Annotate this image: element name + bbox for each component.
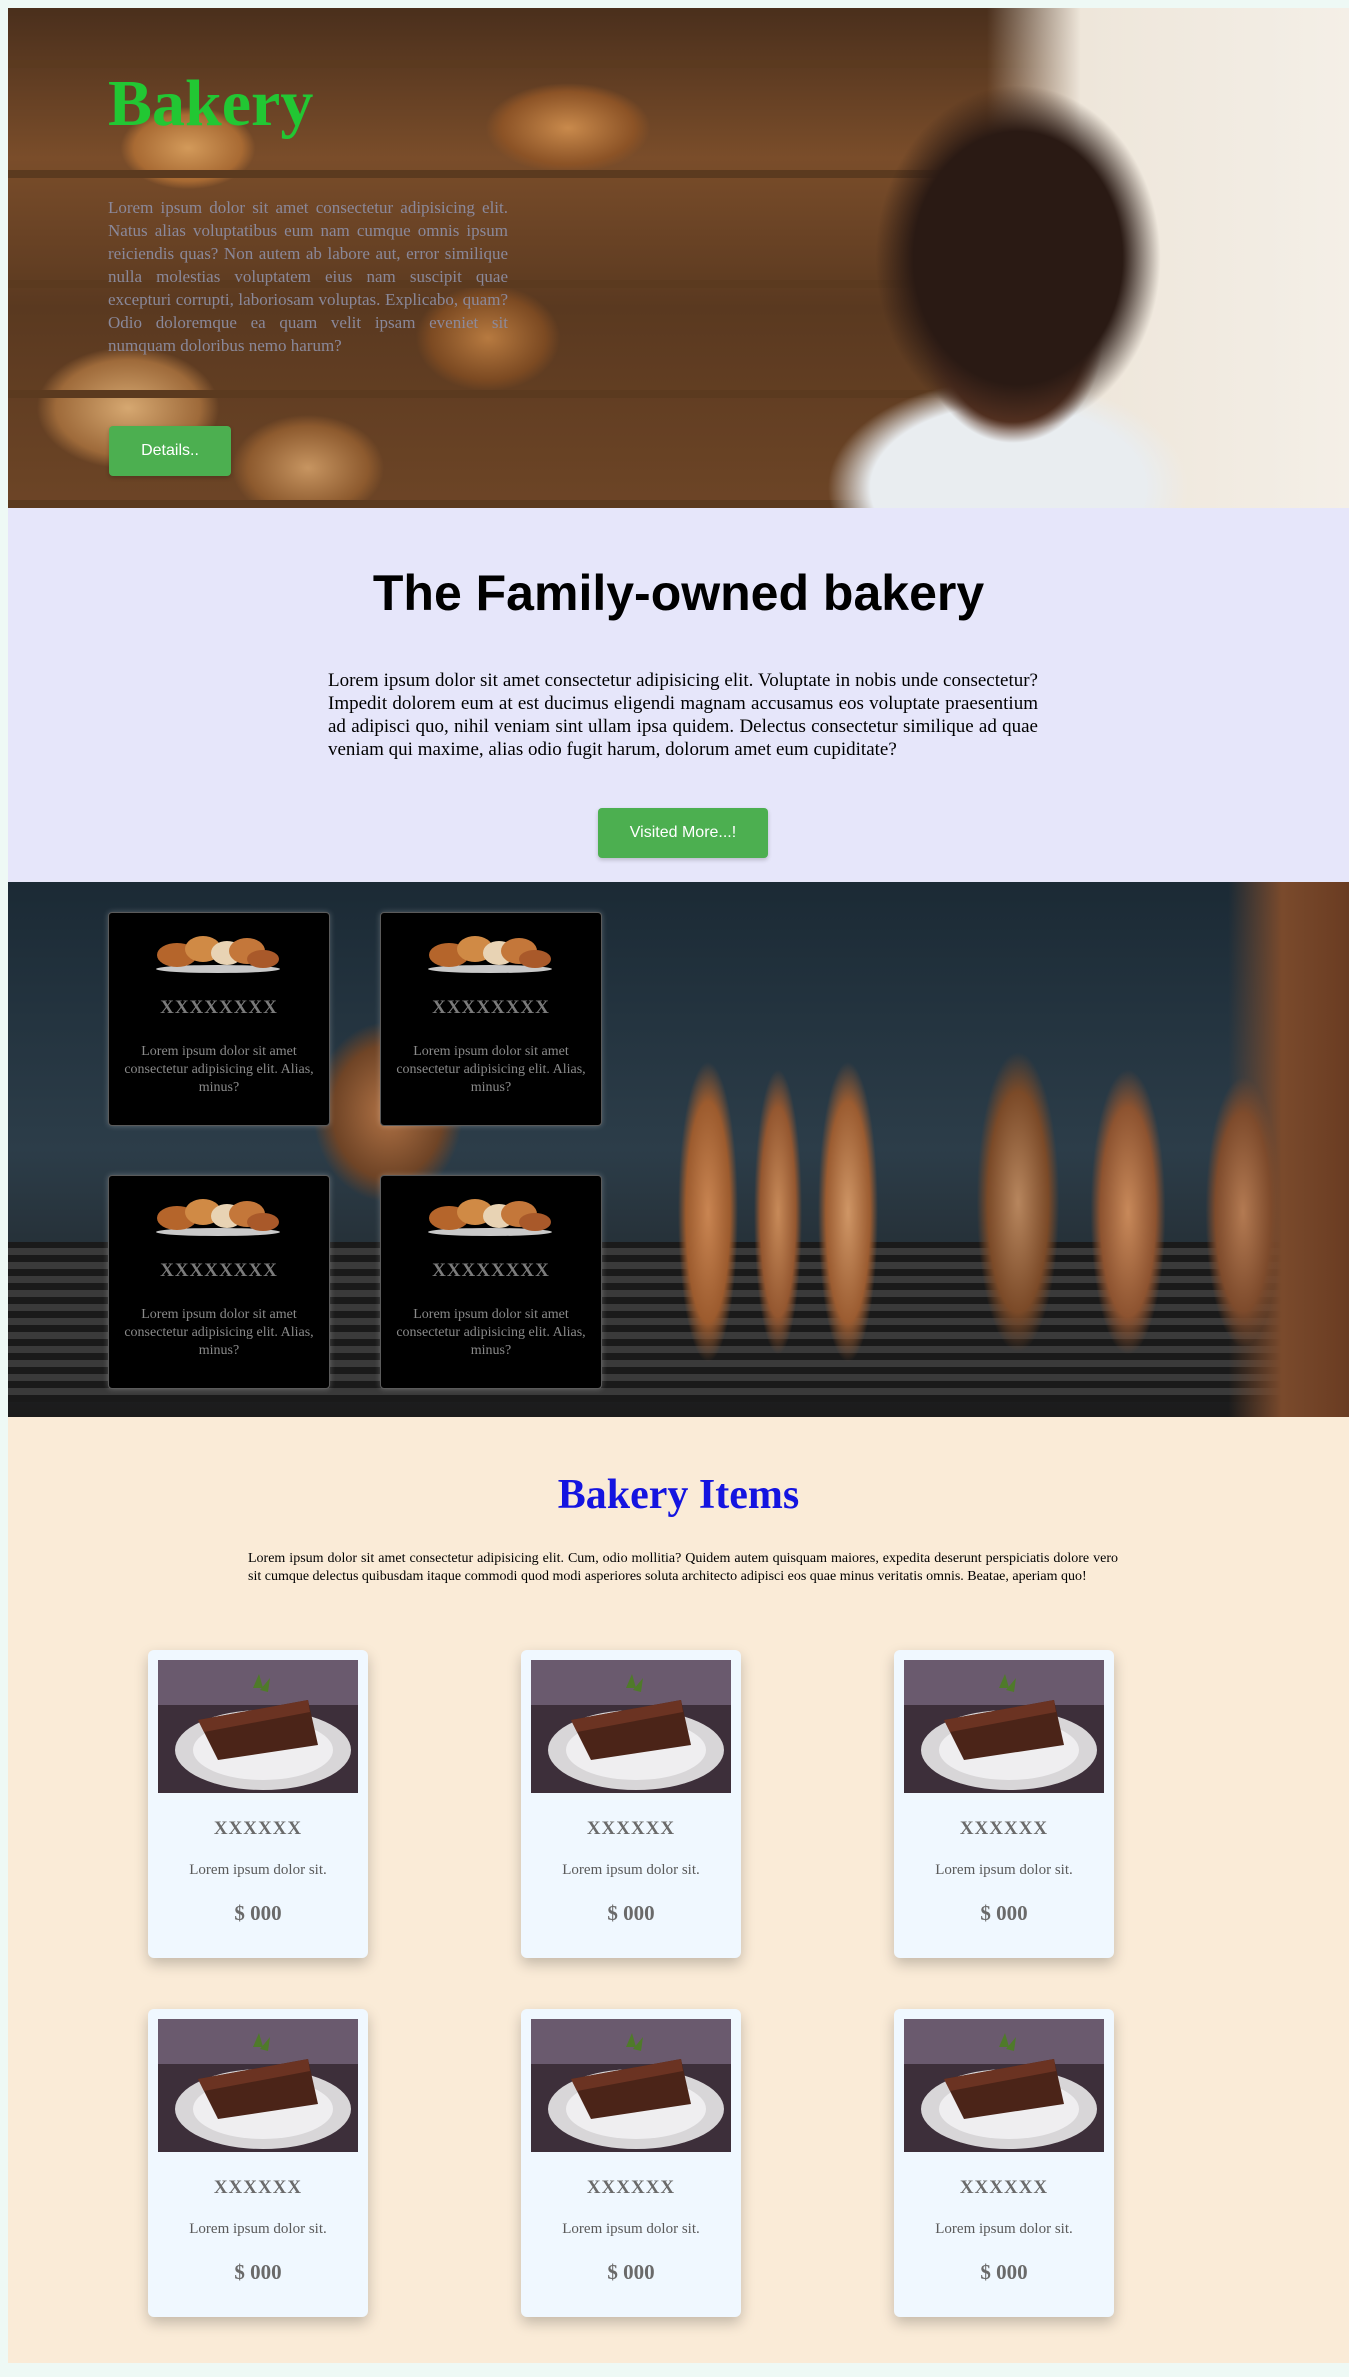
- pastries-image: [156, 936, 280, 973]
- item-desc: Lorem ipsum dolor sit.: [562, 1862, 700, 1878]
- page: Bakery Lorem ipsum dolor sit amet consec…: [8, 8, 1349, 2363]
- menu-card-title: XXXXXXXX: [432, 1260, 550, 1281]
- menu-card-title: XXXXXXXX: [160, 997, 278, 1018]
- item-card: XXXXXX Lorem ipsum dolor sit. $ 000: [148, 2009, 368, 2317]
- item-desc: Lorem ipsum dolor sit.: [189, 1862, 327, 1878]
- menu-card: XXXXXXXX Lorem ipsum dolor sit amet cons…: [380, 912, 602, 1126]
- cake-image: [904, 2019, 1104, 2152]
- items-title: Bakery Items: [557, 1472, 800, 1518]
- menu-card-text: Lorem ipsum dolor sit amet consectetur a…: [124, 1307, 314, 1358]
- menu-card-text: Lorem ipsum dolor sit amet consectetur a…: [396, 1307, 586, 1358]
- pastries-image: [428, 936, 552, 973]
- item-desc: Lorem ipsum dolor sit.: [189, 2221, 327, 2237]
- about-text: Lorem ipsum dolor sit amet consectetur a…: [328, 670, 1038, 760]
- item-name: XXXXXX: [586, 2177, 676, 2198]
- menu-card-title: XXXXXXXX: [432, 997, 550, 1018]
- menu-card-text: Lorem ipsum dolor sit amet consectetur a…: [396, 1044, 586, 1095]
- bakery-items-section: Bakery Items Lorem ipsum dolor sit amet …: [8, 1417, 1349, 2363]
- item-price: $ 000: [234, 1901, 282, 1925]
- hero-text: Lorem ipsum dolor sit amet consectetur a…: [108, 198, 508, 355]
- menu-card-text: Lorem ipsum dolor sit amet consectetur a…: [124, 1044, 314, 1095]
- item-card: XXXXXX Lorem ipsum dolor sit. $ 000: [894, 1650, 1114, 1958]
- item-card: XXXXXX Lorem ipsum dolor sit. $ 000: [521, 1650, 741, 1958]
- cake-image: [531, 1660, 731, 1793]
- item-name: XXXXXX: [959, 1818, 1049, 1839]
- item-desc: Lorem ipsum dolor sit.: [562, 2221, 700, 2237]
- hero-title: Bakery: [108, 67, 314, 140]
- item-desc: Lorem ipsum dolor sit.: [935, 2221, 1073, 2237]
- item-name: XXXXXX: [586, 1818, 676, 1839]
- item-card: XXXXXX Lorem ipsum dolor sit. $ 000: [521, 2009, 741, 2317]
- item-price: $ 000: [234, 2260, 282, 2284]
- about-title: The Family-owned bakery: [372, 565, 985, 621]
- item-card: XXXXXX Lorem ipsum dolor sit. $ 000: [894, 2009, 1114, 2317]
- menu-card-title: XXXXXXXX: [160, 1260, 278, 1281]
- menu-card: XXXXXXXX Lorem ipsum dolor sit amet cons…: [108, 1175, 330, 1389]
- item-name: XXXXXX: [959, 2177, 1049, 2198]
- item-price: $ 000: [607, 2260, 655, 2284]
- pastries-image: [428, 1199, 552, 1236]
- item-price: $ 000: [607, 1901, 655, 1925]
- cake-image: [531, 2019, 731, 2152]
- bread-showcase-section: XXXXXXXX Lorem ipsum dolor sit amet cons…: [8, 882, 1349, 1417]
- item-price: $ 000: [980, 1901, 1028, 1925]
- item-card: XXXXXX Lorem ipsum dolor sit. $ 000: [148, 1650, 368, 1958]
- hero-section: Bakery Lorem ipsum dolor sit amet consec…: [8, 8, 1349, 508]
- visit-more-button[interactable]: Visited More...!: [598, 808, 768, 858]
- item-desc: Lorem ipsum dolor sit.: [935, 1862, 1073, 1878]
- item-price: $ 000: [980, 2260, 1028, 2284]
- item-name: XXXXXX: [213, 1818, 303, 1839]
- cake-image: [904, 1660, 1104, 1793]
- menu-card: XXXXXXXX Lorem ipsum dolor sit amet cons…: [380, 1175, 602, 1389]
- items-text: Lorem ipsum dolor sit amet consectetur a…: [248, 1551, 1118, 1584]
- pastries-image: [156, 1199, 280, 1236]
- menu-card: XXXXXXXX Lorem ipsum dolor sit amet cons…: [108, 912, 330, 1126]
- about-section: The Family-owned bakery Lorem ipsum dolo…: [8, 508, 1349, 882]
- cake-image: [158, 1660, 358, 1793]
- cake-image: [158, 2019, 358, 2152]
- details-button[interactable]: Details..: [109, 426, 231, 476]
- item-name: XXXXXX: [213, 2177, 303, 2198]
